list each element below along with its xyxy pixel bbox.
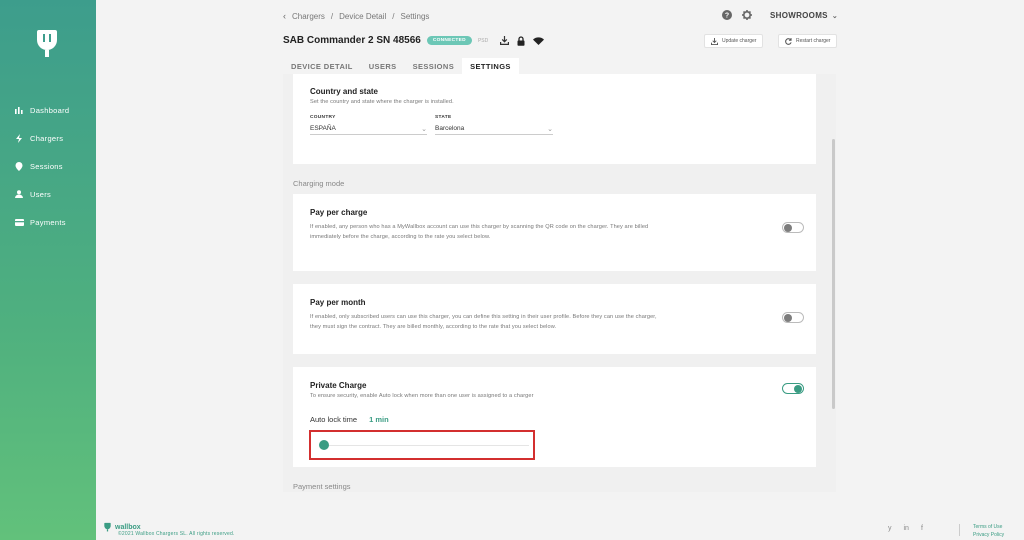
account-name: SHOWROOMS xyxy=(770,11,828,20)
copyright: ©2021 Wallbox Chargers SL. All rights re… xyxy=(118,531,235,537)
sidebar-item-dashboard[interactable]: Dashboard xyxy=(14,96,96,124)
detail-tabs: DEVICE DETAIL USERS SESSIONS SETTINGS xyxy=(283,58,519,74)
private-charge-description: To ensure security, enable Auto lock whe… xyxy=(310,393,534,399)
auto-lock-value: 1 min xyxy=(369,415,389,424)
sidebar-item-label: Dashboard xyxy=(30,105,70,115)
toggle-knob xyxy=(784,224,792,232)
footer-brand-name: wallbox xyxy=(115,523,141,531)
footer-divider xyxy=(959,524,960,536)
breadcrumb: ‹ Chargers / Device Detail / Settings xyxy=(283,11,429,21)
sidebar-item-label: Sessions xyxy=(30,161,63,171)
chevron-left-icon[interactable]: ‹ xyxy=(283,11,286,21)
auto-lock-label: Auto lock time xyxy=(310,415,358,424)
wallbox-logo-icon xyxy=(104,522,111,532)
settings-panel: Country and state Set the country and st… xyxy=(283,74,836,492)
tab-users[interactable]: USERS xyxy=(361,58,405,74)
private-charge-card: Private Charge To ensure security, enabl… xyxy=(293,367,816,467)
chevron-down-icon: ⌄ xyxy=(421,125,427,133)
restart-charger-label: Restart charger xyxy=(796,38,831,44)
help-icon[interactable]: ? xyxy=(722,10,732,20)
breadcrumb-separator: / xyxy=(392,11,395,21)
charger-tag: PSD xyxy=(477,37,489,44)
status-badge: CONNECTED xyxy=(426,36,472,45)
wifi-icon xyxy=(533,36,545,45)
social-links: y in f xyxy=(888,525,923,532)
toggle-knob xyxy=(794,385,802,393)
linkedin-icon[interactable]: in xyxy=(904,525,909,532)
country-state-title: Country and state xyxy=(310,87,379,96)
legal-links: Terms of Use Privacy Policy xyxy=(973,523,1004,539)
tab-settings[interactable]: SETTINGS xyxy=(462,58,519,74)
bar-chart-icon xyxy=(14,105,24,115)
pay-per-month-title: Pay per month xyxy=(310,298,366,307)
account-selector[interactable]: SHOWROOMS ⌄ xyxy=(770,11,838,20)
pay-per-month-card: Pay per month If enabled, only subscribe… xyxy=(293,284,816,354)
refresh-icon xyxy=(785,37,792,45)
update-charger-button[interactable]: Update charger xyxy=(704,34,764,48)
svg-text:?: ? xyxy=(725,13,729,20)
chevron-down-icon: ⌄ xyxy=(547,125,553,133)
private-charge-toggle[interactable] xyxy=(782,383,804,394)
sidebar-item-label: Chargers xyxy=(30,133,64,143)
download-icon[interactable] xyxy=(500,36,510,45)
restart-charger-button[interactable]: Restart charger xyxy=(778,34,838,48)
facebook-icon[interactable]: f xyxy=(921,525,923,532)
state-select[interactable]: Barcelona ⌄ xyxy=(435,123,553,135)
country-value: ESPAÑA xyxy=(310,125,336,132)
pay-per-charge-description: If enabled, any person who has a MyWallb… xyxy=(310,224,649,240)
country-state-description: Set the country and state where the char… xyxy=(310,99,454,105)
sidebar-item-payments[interactable]: Payments xyxy=(14,208,96,236)
pay-per-charge-title: Pay per charge xyxy=(310,208,368,217)
pay-per-charge-toggle[interactable] xyxy=(782,222,804,233)
payment-settings-heading: Payment settings xyxy=(293,482,351,491)
charger-name: SAB Commander 2 SN 48566 xyxy=(283,35,421,46)
breadcrumb-device-detail[interactable]: Device Detail xyxy=(339,12,386,21)
auto-lock-slider-track[interactable] xyxy=(325,445,529,446)
terms-link[interactable]: Terms of Use xyxy=(973,523,1004,531)
country-label: COUNTRY xyxy=(310,115,336,120)
gear-icon[interactable] xyxy=(742,10,752,20)
content-scrollbar[interactable] xyxy=(832,139,835,409)
user-icon xyxy=(14,189,24,199)
credit-card-icon xyxy=(14,217,24,227)
auto-lock-row: Auto lock time 1 min xyxy=(310,415,389,424)
tab-device-detail[interactable]: DEVICE DETAIL xyxy=(283,58,361,74)
auto-lock-slider-highlight xyxy=(309,430,535,460)
charger-quick-actions xyxy=(500,35,545,46)
breadcrumb-separator: / xyxy=(330,11,334,21)
header-actions: ? xyxy=(722,10,752,20)
charging-mode-heading: Charging mode xyxy=(293,179,345,188)
private-charge-title: Private Charge xyxy=(310,381,367,390)
update-charger-label: Update charger xyxy=(722,38,757,44)
tab-sessions[interactable]: SESSIONS xyxy=(405,58,463,74)
auto-lock-slider-thumb[interactable] xyxy=(319,440,329,450)
download-icon xyxy=(711,37,718,45)
sidebar: Dashboard Chargers Sessions Users Paymen… xyxy=(0,0,96,540)
bolt-icon xyxy=(14,133,24,143)
sidebar-item-chargers[interactable]: Chargers xyxy=(14,124,96,152)
chevron-down-icon: ⌄ xyxy=(831,12,838,20)
location-pin-icon xyxy=(14,161,24,171)
sidebar-item-users[interactable]: Users xyxy=(14,180,96,208)
country-state-card: Country and state Set the country and st… xyxy=(293,74,816,164)
sidebar-nav: Dashboard Chargers Sessions Users Paymen… xyxy=(14,96,96,236)
privacy-link[interactable]: Privacy Policy xyxy=(973,531,1004,539)
breadcrumb-settings: Settings xyxy=(400,11,430,21)
wallbox-logo-icon[interactable] xyxy=(36,28,58,58)
country-select[interactable]: ESPAÑA ⌄ xyxy=(310,123,427,135)
state-label: STATE xyxy=(435,115,452,120)
sidebar-item-sessions[interactable]: Sessions xyxy=(14,152,96,180)
lock-icon[interactable] xyxy=(517,35,525,46)
breadcrumb-chargers[interactable]: Chargers xyxy=(292,12,325,21)
twitter-icon[interactable]: y xyxy=(888,525,892,532)
pay-per-month-description: If enabled, only subscribed users can us… xyxy=(310,314,657,330)
sidebar-item-label: Payments xyxy=(30,217,66,227)
pay-per-charge-card: Pay per charge If enabled, any person wh… xyxy=(293,194,816,271)
footer: wallbox ©2021 Wallbox Chargers SL. All r… xyxy=(96,518,1024,540)
charger-title-row: SAB Commander 2 SN 48566 CONNECTED PSD xyxy=(283,35,545,46)
pay-per-month-toggle[interactable] xyxy=(782,312,804,323)
sidebar-item-label: Users xyxy=(30,189,52,199)
toggle-knob xyxy=(784,314,792,322)
state-value: Barcelona xyxy=(435,125,465,132)
